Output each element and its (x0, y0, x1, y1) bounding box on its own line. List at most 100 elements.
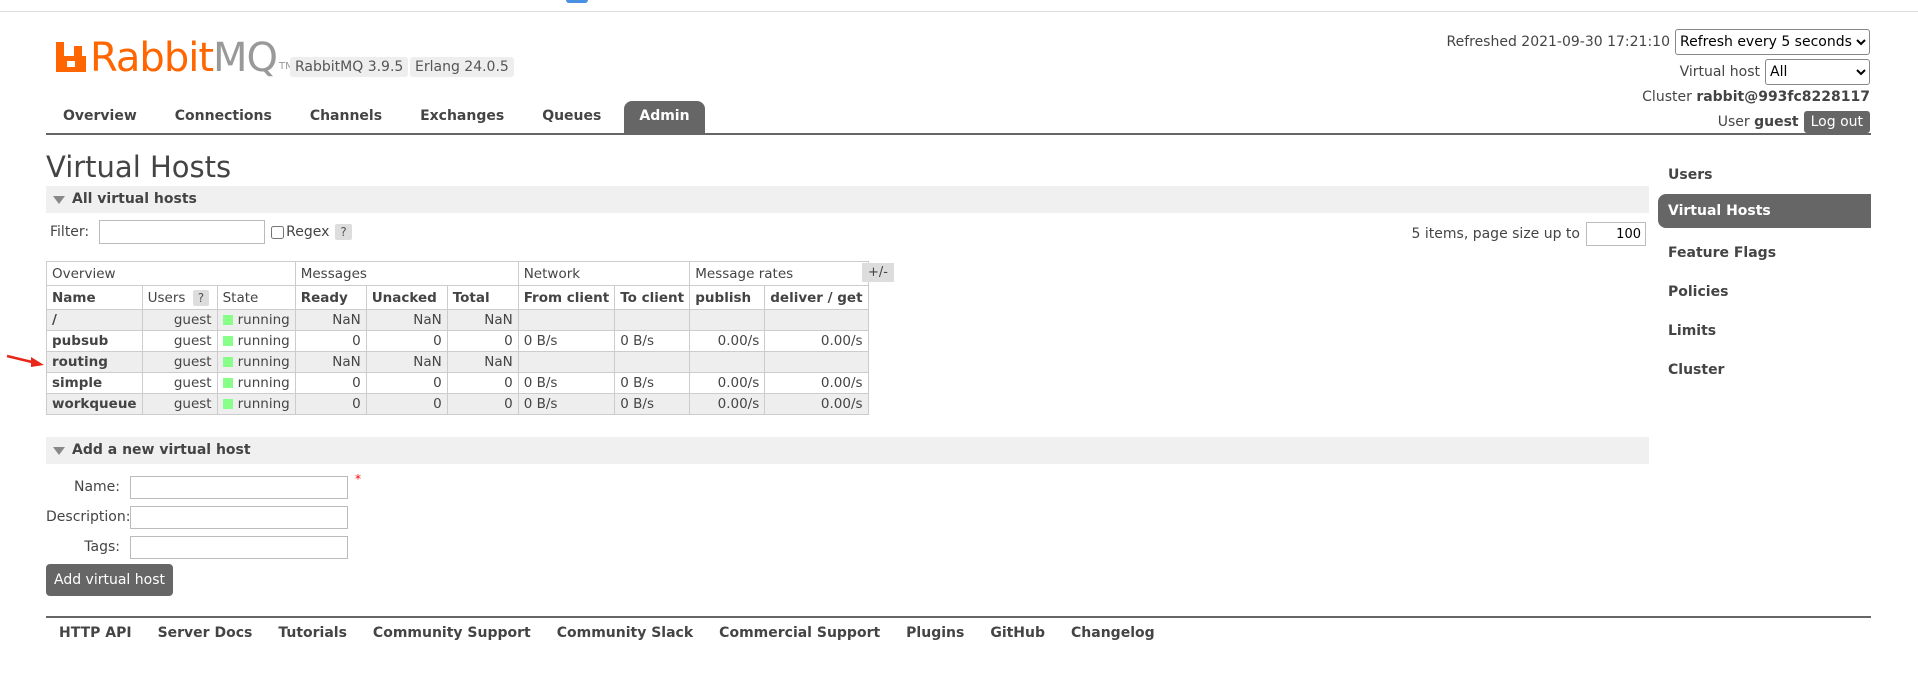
vhost-ready: NaN (294, 351, 367, 373)
rabbitmq-logo[interactable]: RabbitMQ TM (56, 32, 294, 78)
vhost-state: running (216, 330, 296, 352)
vhost-name-link[interactable]: workqueue (46, 393, 143, 415)
tab-overview[interactable]: Overview (48, 101, 152, 134)
paging-info: 5 items, page size up to (1412, 222, 1646, 246)
sidebar-item-policies[interactable]: Policies (1658, 272, 1871, 311)
section-all-virtual-hosts-label: All virtual hosts (72, 191, 197, 207)
regex-checkbox[interactable] (271, 225, 285, 239)
footer-divider (46, 616, 1871, 618)
collapse-triangle-icon (53, 447, 65, 455)
col-publish[interactable]: publish (689, 285, 766, 310)
state-indicator-icon (222, 378, 233, 388)
vhost-users: guest (141, 393, 218, 415)
vhost-tags-input[interactable] (130, 535, 348, 559)
vhost-name-link[interactable]: pubsub (46, 330, 143, 352)
logout-button[interactable]: Log out (1803, 111, 1870, 133)
col-users[interactable]: Users ? (141, 285, 218, 310)
vhost-to-client (614, 309, 691, 331)
users-help-button[interactable]: ? (192, 289, 210, 306)
section-add-virtual-host-label: Add a new virtual host (72, 442, 251, 458)
col-deliver-get[interactable]: deliver / get (764, 285, 869, 310)
tab-exchanges[interactable]: Exchanges (405, 101, 519, 134)
required-mark: * (355, 472, 361, 486)
paging-text: 5 items, page size up to (1411, 226, 1580, 242)
page-size-input[interactable] (1586, 222, 1646, 246)
footer-link-community-support[interactable]: Community Support (373, 625, 531, 641)
logo-wordmark: RabbitMQ (90, 35, 278, 81)
tags-label: Tags: (84, 539, 120, 555)
browser-tab-indicator (566, 0, 588, 3)
collapse-triangle-icon (53, 196, 65, 204)
sidebar-item-users[interactable]: Users (1658, 155, 1871, 194)
col-to-client[interactable]: To client (614, 285, 691, 310)
vhost-from-client: 0 B/s (517, 372, 616, 394)
filter-input[interactable] (99, 220, 266, 244)
footer-link-http-api[interactable]: HTTP API (59, 625, 132, 641)
vhost-ready: 0 (294, 330, 367, 352)
vhost-deliver: 0.00/s (764, 372, 869, 394)
footer-link-tutorials[interactable]: Tutorials (278, 625, 347, 641)
col-unacked[interactable]: Unacked (365, 285, 448, 310)
group-header-messages: Messages (294, 261, 519, 286)
group-header-message-rates: Message rates (689, 261, 869, 286)
footer-link-plugins[interactable]: Plugins (906, 625, 964, 641)
vhost-name-link[interactable]: / (46, 309, 143, 331)
vhost-deliver (764, 351, 869, 373)
footer-link-community-slack[interactable]: Community Slack (557, 625, 693, 641)
vhost-from-client: 0 B/s (517, 330, 616, 352)
vhost-ready: NaN (294, 309, 367, 331)
vhost-ready: 0 (294, 372, 367, 394)
vhost-description-input[interactable] (130, 505, 348, 529)
user-label: User (1717, 114, 1750, 130)
vhost-name-input[interactable] (130, 475, 348, 499)
sidebar-item-cluster[interactable]: Cluster (1658, 350, 1871, 389)
vhost-state: running (216, 309, 296, 331)
vhost-users: guest (141, 351, 218, 373)
virtual-hosts-table: Overview Messages Network Message rates … (46, 261, 869, 415)
section-all-virtual-hosts[interactable]: All virtual hosts (46, 186, 1649, 213)
col-ready[interactable]: Ready (294, 285, 367, 310)
vhost-name-link[interactable]: routing (46, 351, 143, 373)
state-indicator-icon (222, 357, 233, 367)
vhost-total: NaN (446, 351, 519, 373)
sidebar-item-feature-flags[interactable]: Feature Flags (1658, 233, 1871, 272)
state-indicator-icon (222, 399, 233, 409)
vhost-from-client: 0 B/s (517, 393, 616, 415)
vhost-total: 0 (446, 393, 519, 415)
group-header-network: Network (517, 261, 691, 286)
virtual-host-select[interactable]: All (1765, 58, 1870, 85)
sidebar-item-virtual-hosts[interactable]: Virtual Hosts (1658, 194, 1871, 228)
col-total[interactable]: Total (446, 285, 519, 310)
refreshed-timestamp: Refreshed 2021-09-30 17:21:10 (1446, 33, 1670, 50)
vhost-to-client: 0 B/s (614, 393, 691, 415)
footer-link-github[interactable]: GitHub (990, 625, 1045, 641)
rabbitmq-logo-icon (56, 42, 86, 72)
vhost-unacked: 0 (365, 372, 448, 394)
vhost-from-client (517, 309, 616, 331)
col-from-client[interactable]: From client (517, 285, 616, 310)
footer-links: HTTP API Server Docs Tutorials Community… (59, 625, 1181, 641)
section-add-virtual-host[interactable]: Add a new virtual host (46, 437, 1649, 464)
col-state[interactable]: State (216, 285, 296, 310)
sidebar-item-limits[interactable]: Limits (1658, 311, 1871, 350)
footer-link-commercial-support[interactable]: Commercial Support (719, 625, 880, 641)
col-name[interactable]: Name (46, 285, 143, 310)
refresh-interval-select[interactable]: Refresh every 5 seconds (1675, 28, 1870, 55)
filter-help-button[interactable]: ? (335, 224, 352, 240)
column-toggle-button[interactable]: +/- (862, 263, 894, 282)
table-row: routing guest running NaN NaN NaN (46, 351, 869, 373)
footer-link-changelog[interactable]: Changelog (1071, 625, 1155, 641)
vhost-name-link[interactable]: simple (46, 372, 143, 394)
group-header-overview: Overview (46, 261, 296, 286)
add-virtual-host-button[interactable]: Add virtual host (46, 564, 173, 596)
vhost-to-client: 0 B/s (614, 330, 691, 352)
red-arrow-annotation-icon (6, 354, 44, 367)
vhost-to-client (614, 351, 691, 373)
vhost-publish: 0.00/s (689, 393, 766, 415)
footer-link-server-docs[interactable]: Server Docs (158, 625, 253, 641)
tab-admin[interactable]: Admin (624, 101, 705, 134)
tab-connections[interactable]: Connections (160, 101, 287, 134)
tab-channels[interactable]: Channels (295, 101, 397, 134)
vhost-users: guest (141, 309, 218, 331)
tab-queues[interactable]: Queues (527, 101, 616, 134)
